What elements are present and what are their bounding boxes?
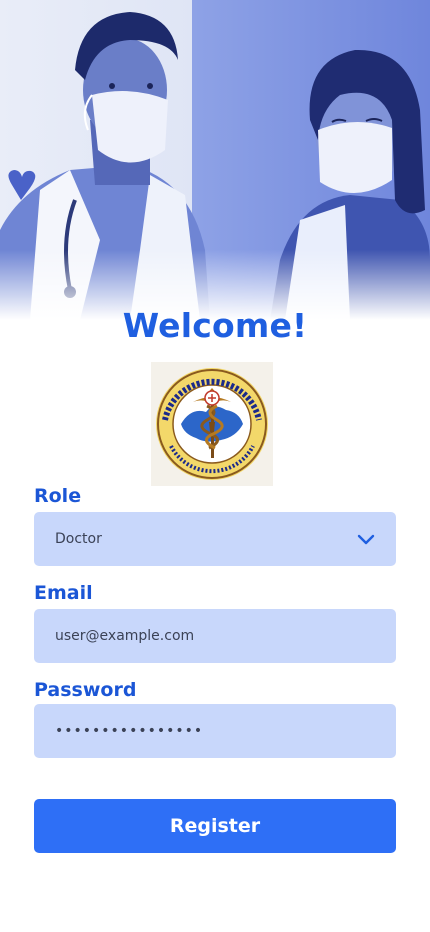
email-label: Email — [34, 582, 93, 604]
password-label: Password — [34, 679, 137, 701]
password-field[interactable] — [34, 704, 396, 758]
role-label: Role — [34, 485, 82, 507]
hero-illustration — [0, 0, 430, 320]
register-button[interactable]: Register — [34, 799, 396, 853]
page-title: Welcome! — [122, 306, 308, 345]
chevron-down-icon — [357, 534, 375, 545]
organization-logo — [151, 362, 273, 486]
email-field[interactable] — [34, 609, 396, 663]
role-select[interactable]: Doctor — [34, 512, 396, 566]
role-select-value: Doctor — [55, 531, 102, 547]
